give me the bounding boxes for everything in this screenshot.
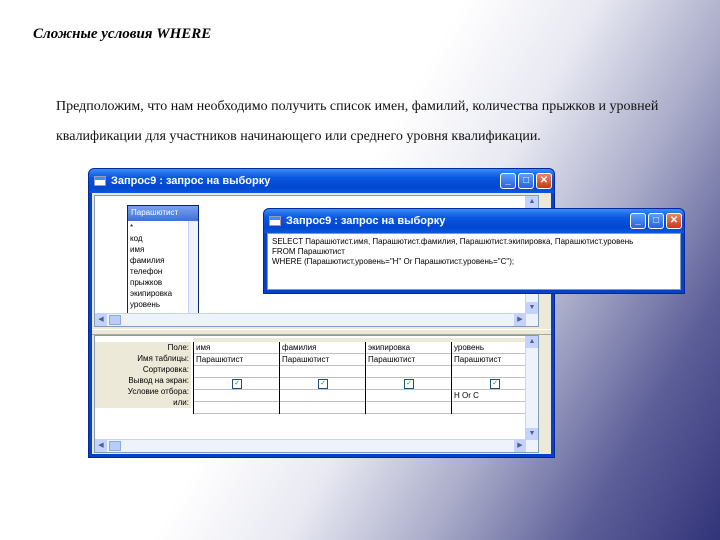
sql-window-title: Запрос9 : запрос на выборку [286, 215, 446, 227]
minimize-button[interactable]: _ [630, 213, 646, 229]
field-item[interactable]: * [130, 222, 196, 233]
scroll-up-icon[interactable]: ▲ [526, 196, 538, 208]
cell-show: ✓ [280, 378, 366, 390]
cell-table[interactable]: Парашютист [366, 354, 452, 366]
cell-or[interactable] [280, 402, 366, 414]
row-label-show: Вывод на экран: [128, 376, 189, 385]
field-item[interactable]: имя [130, 244, 196, 255]
cell-criteria[interactable] [194, 390, 280, 402]
show-checkbox[interactable]: ✓ [318, 379, 328, 389]
field-list-scrollbar[interactable] [188, 221, 198, 318]
table-field-list-title[interactable]: Парашютист [128, 206, 198, 221]
query-window-title: Запрос9 : запрос на выборку [111, 175, 271, 187]
grid-column: экипировка Парашютист ✓ [365, 342, 452, 414]
cell-sort[interactable] [366, 366, 452, 378]
cell-show: ✓ [366, 378, 452, 390]
cell-or[interactable] [366, 402, 452, 414]
sql-line-select: SELECT Парашютист.имя, Парашютист.фамили… [272, 237, 634, 246]
sql-line-from: FROM Парашютист [272, 247, 345, 256]
cell-field[interactable]: имя [194, 342, 280, 354]
sql-window-titlebar[interactable]: Запрос9 : запрос на выборку _ □ ✕ [264, 209, 684, 233]
cell-table[interactable]: Парашютист [194, 354, 280, 366]
scroll-left-icon[interactable]: ◀ [95, 440, 107, 452]
query-window-icon [94, 176, 106, 186]
show-checkbox[interactable]: ✓ [232, 379, 242, 389]
cell-or[interactable] [194, 402, 280, 414]
cell-criteria[interactable] [280, 390, 366, 402]
grid-row-labels: Поле: Имя таблицы: Сортировка: Вывод на … [95, 342, 191, 408]
row-label-field: Поле: [167, 343, 189, 352]
grid-vscrollbar[interactable]: ▲ ▼ [525, 336, 538, 452]
field-item[interactable]: уровень [130, 299, 196, 310]
table-field-list[interactable]: Парашютист * код имя фамилия телефон пры… [127, 205, 199, 319]
grid-hscrollbar[interactable]: ◀ ▶ [95, 439, 526, 452]
close-button[interactable]: ✕ [666, 213, 682, 229]
row-label-sort: Сортировка: [142, 365, 189, 374]
field-item[interactable]: прыжков [130, 277, 196, 288]
cell-field[interactable]: экипировка [366, 342, 452, 354]
scroll-thumb[interactable] [109, 441, 121, 451]
field-item[interactable]: фамилия [130, 255, 196, 266]
sql-line-where: WHERE (Парашютист.уровень="Н" Or Парашют… [272, 257, 515, 266]
scroll-right-icon[interactable]: ▶ [514, 314, 526, 326]
query-window-titlebar[interactable]: Запрос9 : запрос на выборку _ □ ✕ [89, 169, 554, 193]
grid-column: имя Парашютист ✓ [193, 342, 280, 414]
scroll-down-icon[interactable]: ▼ [526, 302, 538, 314]
slide-paragraph: Предположим, что нам необходимо получить… [56, 99, 659, 144]
minimize-button[interactable]: _ [500, 173, 516, 189]
row-label-table: Имя таблицы: [137, 354, 189, 363]
show-checkbox[interactable]: ✓ [404, 379, 414, 389]
row-label-or: или: [173, 398, 189, 407]
row-label-criteria: Условие отбора: [127, 387, 189, 396]
show-checkbox[interactable]: ✓ [490, 379, 500, 389]
field-item[interactable]: телефон [130, 266, 196, 277]
cell-criteria[interactable] [366, 390, 452, 402]
cell-sort[interactable] [280, 366, 366, 378]
sql-text-area[interactable]: SELECT Парашютист.имя, Парашютист.фамили… [267, 233, 681, 290]
scroll-left-icon[interactable]: ◀ [95, 314, 107, 326]
query-grid: Поле: Имя таблицы: Сортировка: Вывод на … [94, 335, 539, 453]
cell-table[interactable]: Парашютист [280, 354, 366, 366]
slide-title: Сложные условия WHERE [33, 26, 212, 42]
table-pane-hscrollbar[interactable]: ◀ ▶ [95, 313, 526, 326]
cell-show: ✓ [194, 378, 280, 390]
sql-window-icon [269, 216, 281, 226]
close-button[interactable]: ✕ [536, 173, 552, 189]
cell-sort[interactable] [194, 366, 280, 378]
scroll-thumb[interactable] [109, 315, 121, 325]
grid-column: фамилия Парашютист ✓ [279, 342, 366, 414]
scroll-up-icon[interactable]: ▲ [526, 336, 538, 348]
field-item[interactable]: экипировка [130, 288, 196, 299]
maximize-button[interactable]: □ [518, 173, 534, 189]
scroll-right-icon[interactable]: ▶ [514, 440, 526, 452]
maximize-button[interactable]: □ [648, 213, 664, 229]
scroll-down-icon[interactable]: ▼ [526, 428, 538, 440]
field-item[interactable]: код [130, 233, 196, 244]
cell-field[interactable]: фамилия [280, 342, 366, 354]
sql-view-window: Запрос9 : запрос на выборку _ □ ✕ SELECT… [263, 208, 685, 294]
